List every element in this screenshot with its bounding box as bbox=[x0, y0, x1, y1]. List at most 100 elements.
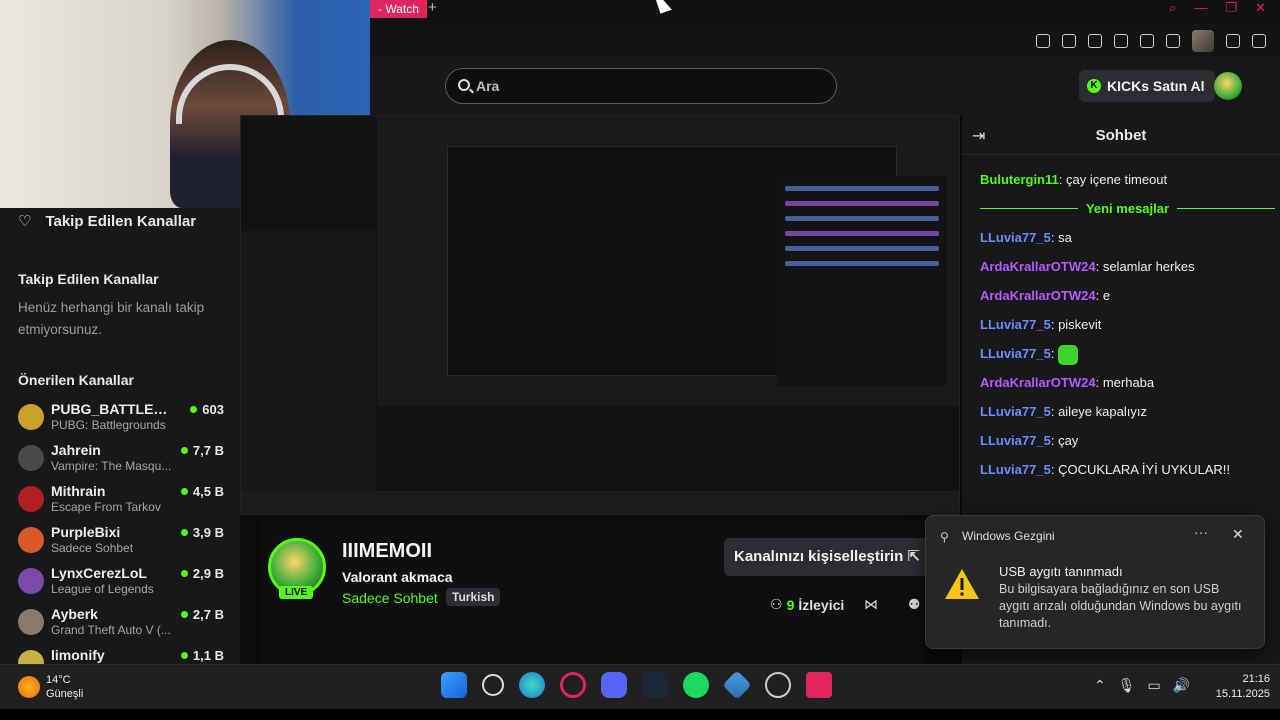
chat-username[interactable]: LLuvia77_5 bbox=[980, 462, 1051, 477]
viewer-count: ⚇ 9 İzleyici bbox=[770, 596, 844, 613]
download-icon[interactable] bbox=[1226, 34, 1240, 48]
stream-video-player[interactable] bbox=[240, 115, 960, 515]
clock-date: 15.11.2025 bbox=[1215, 688, 1270, 700]
chat-username[interactable]: Bulutergin11 bbox=[980, 172, 1059, 187]
chat-username[interactable]: ArdaKrallarOTW24 bbox=[980, 259, 1096, 274]
followed-empty-message: Henüz herhangi bir kanalı takip etmiyors… bbox=[18, 300, 205, 337]
chat-username[interactable]: LLuvia77_5 bbox=[980, 346, 1051, 361]
weather-widget[interactable]: 14°C Güneşli bbox=[18, 673, 83, 701]
chat-message: ArdaKrallarOTW24: merhaba bbox=[980, 375, 1155, 390]
channel-avatar bbox=[18, 445, 44, 471]
channel-name: Mithrain bbox=[51, 483, 106, 499]
search-icon[interactable] bbox=[482, 674, 504, 696]
app-icon[interactable] bbox=[722, 670, 752, 700]
start-icon[interactable] bbox=[441, 672, 467, 698]
nested-chat bbox=[777, 176, 947, 386]
volume-icon[interactable]: 🔊 bbox=[1173, 677, 1190, 694]
chat-messages: Bulutergin11: çay içene timeout Yeni mesa… bbox=[980, 165, 1275, 484]
viewer-count-label: İzleyici bbox=[798, 596, 845, 613]
kicks-buy-button[interactable]: K KICKs Satın Al bbox=[1079, 70, 1215, 102]
live-badge: LIVE bbox=[279, 586, 314, 599]
channel-avatar bbox=[18, 404, 44, 430]
live-dot-icon bbox=[180, 488, 188, 495]
notification-body: Bu bilgisayara bağladığınız en son USB a… bbox=[999, 582, 1242, 630]
nested-chat-line bbox=[785, 261, 939, 266]
menu-icon[interactable] bbox=[1252, 34, 1266, 48]
recommended-channel[interactable]: PUBG_BATTLEGR... PUBG: Battlegrounds 603 bbox=[18, 398, 228, 439]
channel-viewers: 2,9 B bbox=[180, 566, 224, 581]
search-input[interactable] bbox=[476, 76, 816, 96]
chat-username[interactable]: ArdaKrallarOTW24 bbox=[980, 375, 1096, 390]
minimize-icon[interactable]: — bbox=[1194, 0, 1207, 16]
network-icon[interactable]: ▭ bbox=[1148, 677, 1161, 694]
capture-icon[interactable] bbox=[806, 672, 832, 698]
clock[interactable]: 21:16 15.11.2025 bbox=[1200, 672, 1270, 702]
channel-viewers: 3,9 B bbox=[180, 525, 224, 540]
extensions-icon[interactable] bbox=[1166, 34, 1180, 48]
new-messages-label: Yeni mesajlar bbox=[1085, 201, 1170, 216]
channel-title[interactable]: IIIMEMOII bbox=[342, 540, 432, 563]
live-dot-icon bbox=[180, 447, 188, 454]
steam-icon[interactable] bbox=[642, 672, 668, 698]
player-icon[interactable] bbox=[1114, 34, 1128, 48]
channel-game: PUBG: Battlegrounds bbox=[51, 418, 166, 432]
heart-icon[interactable] bbox=[1140, 34, 1154, 48]
follow-user-icon[interactable]: ⚉ bbox=[908, 596, 921, 613]
recommended-channel[interactable]: PurpleBixi Sadece Sohbet 3,9 B bbox=[18, 521, 228, 562]
new-tab-button[interactable]: + bbox=[428, 0, 437, 16]
adblock-icon[interactable] bbox=[1088, 34, 1102, 48]
new-messages-separator: Yeni mesajlar bbox=[980, 194, 1275, 223]
window-controls: ⌕ — ❐ ✕ bbox=[1169, 0, 1266, 16]
user-avatar[interactable] bbox=[1214, 72, 1242, 100]
microphone-icon[interactable]: 🎙 bbox=[1118, 677, 1136, 694]
edge-icon[interactable] bbox=[519, 672, 545, 698]
nested-chat-line bbox=[785, 231, 939, 236]
recommended-channel[interactable]: Mithrain Escape From Tarkov 4,5 B bbox=[18, 480, 228, 521]
windows-notification[interactable]: ⚲ Windows Gezgini ··· ✕ USB aygıtı tanın… bbox=[925, 515, 1265, 649]
chat-message: ArdaKrallarOTW24: e bbox=[980, 288, 1111, 303]
chat-username[interactable]: LLuvia77_5 bbox=[980, 230, 1051, 245]
maximize-icon[interactable]: ❐ bbox=[1225, 0, 1237, 16]
spotify-icon[interactable] bbox=[683, 672, 709, 698]
snapshot-icon[interactable] bbox=[1062, 34, 1076, 48]
search-box[interactable] bbox=[445, 68, 837, 104]
chevron-up-icon[interactable]: ⌃ bbox=[1094, 677, 1106, 694]
bottom-strip bbox=[0, 709, 1280, 720]
chat-username[interactable]: LLuvia77_5 bbox=[980, 433, 1051, 448]
chat-username[interactable]: LLuvia77_5 bbox=[980, 404, 1051, 419]
chat-username[interactable]: LLuvia77_5 bbox=[980, 317, 1051, 332]
search-icon[interactable]: ⌕ bbox=[1169, 0, 1176, 16]
tab-strip: - Watch + ⌕ — ❐ ✕ bbox=[370, 0, 1280, 24]
pin-icon[interactable] bbox=[1036, 34, 1050, 48]
more-options-icon[interactable]: ··· bbox=[1194, 524, 1208, 540]
recommended-heading: Önerilen Kanallar bbox=[18, 372, 134, 388]
chat-message: LLuvia77_5: bbox=[980, 339, 1275, 368]
chat-message: LLuvia77_5: piskevit bbox=[980, 317, 1102, 332]
close-icon[interactable]: ✕ bbox=[1255, 0, 1266, 16]
customize-channel-button[interactable]: Kanalınızı kişiselleştirin ⇱ bbox=[724, 538, 930, 576]
channel-info: LIVE IIIMEMOII Valorant akmaca Sadece So… bbox=[260, 520, 930, 664]
discord-icon[interactable] bbox=[601, 672, 627, 698]
share-icon[interactable]: ⋈ bbox=[864, 596, 878, 613]
nested-main bbox=[377, 116, 959, 406]
channel-viewers: 603 bbox=[190, 402, 224, 417]
opera-icon[interactable] bbox=[560, 672, 586, 698]
chat-text: sa bbox=[1058, 230, 1072, 245]
recommended-channel[interactable]: Ayberk Grand Theft Auto V (... 2,7 B bbox=[18, 603, 228, 644]
channel-avatar bbox=[18, 486, 44, 512]
language-tag[interactable]: Turkish bbox=[446, 588, 501, 606]
chat-username[interactable]: ArdaKrallarOTW24 bbox=[980, 288, 1096, 303]
close-icon[interactable]: ✕ bbox=[1232, 526, 1244, 543]
stream-category[interactable]: Sadece Sohbet bbox=[342, 590, 438, 606]
channel-avatar bbox=[18, 527, 44, 553]
channel-viewers-count: 2,9 B bbox=[192, 566, 224, 581]
weather-text: 14°C Güneşli bbox=[46, 673, 83, 701]
settings-icon[interactable] bbox=[765, 672, 791, 698]
external-link-icon: ⇱ bbox=[907, 548, 920, 565]
recommended-channel[interactable]: LynxCerezLoL League of Legends 2,9 B bbox=[18, 562, 228, 603]
tab-watch[interactable]: - Watch bbox=[370, 0, 427, 18]
recommended-channel[interactable]: Jahrein Vampire: The Masqu... 7,7 B bbox=[18, 439, 228, 480]
collapse-chat-icon[interactable]: ⇥ bbox=[972, 126, 985, 146]
channel-game: Escape From Tarkov bbox=[51, 500, 161, 514]
profile-avatar[interactable] bbox=[1192, 30, 1214, 52]
